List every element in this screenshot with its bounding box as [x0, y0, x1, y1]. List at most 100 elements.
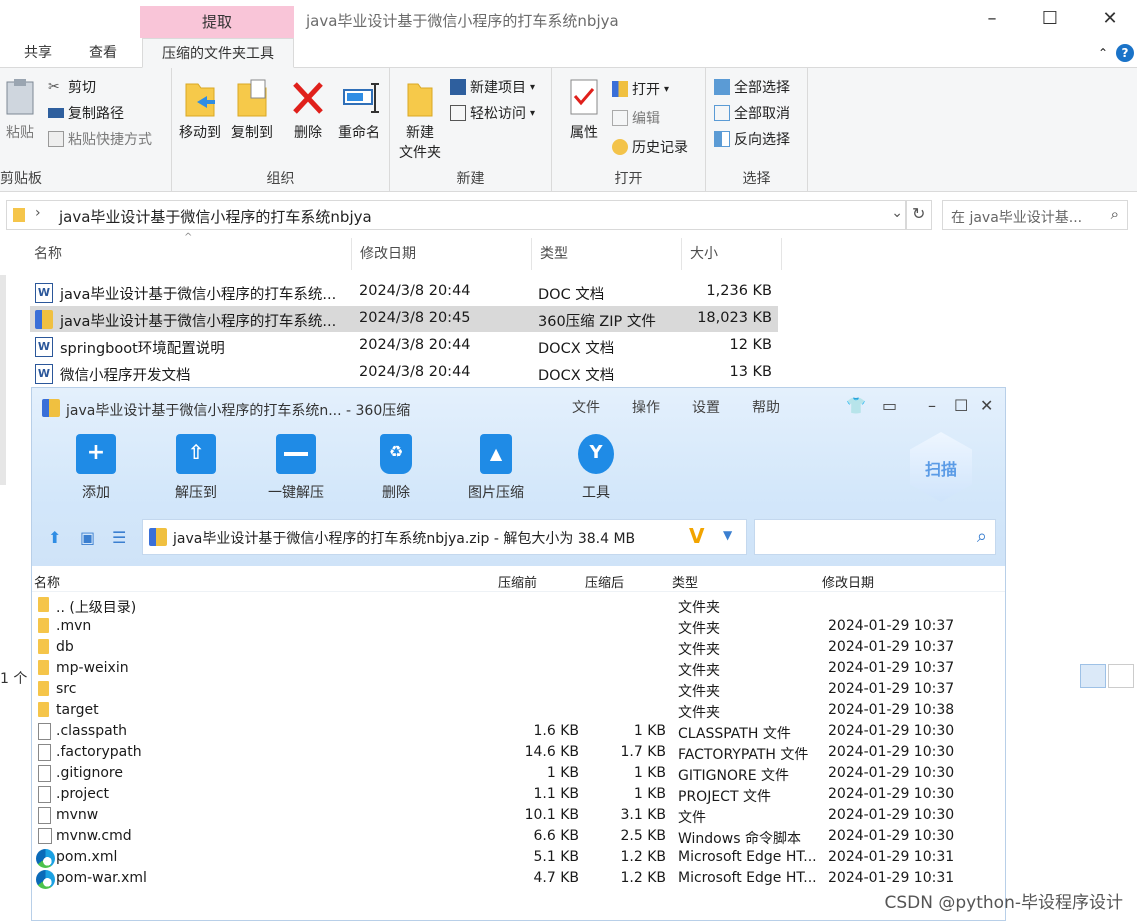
menu-operate[interactable]: 操作 — [632, 397, 660, 417]
zip-row[interactable]: mvnw 10.1 KB 3.1 KB 文件 2024-01-29 10:30 — [32, 805, 1005, 826]
scan-button[interactable]: 扫描 — [910, 432, 972, 502]
tool-extract-to-button[interactable]: ⇧ 解压到 — [156, 434, 236, 502]
recycle-bin-icon: ♻ — [380, 434, 412, 474]
address-bar[interactable]: › java毕业设计基于微信小程序的打车系统nbjya ⌄ — [6, 200, 906, 230]
tab-compressed-folder-tools[interactable]: 压缩的文件夹工具 — [142, 38, 294, 68]
zip-search-box[interactable]: ⌕ — [754, 519, 996, 555]
tab-extract[interactable]: 提取 — [140, 6, 294, 38]
column-type[interactable]: 类型 — [532, 238, 682, 270]
zip-column-after[interactable]: 压缩后 — [585, 572, 624, 591]
select-none-button[interactable]: 全部取消 — [714, 102, 790, 124]
rename-button[interactable]: 重命名 — [332, 78, 386, 142]
new-folder-button[interactable]: 新建 文件夹 — [396, 78, 444, 162]
refresh-button[interactable]: ↻ — [906, 200, 932, 230]
zip-row[interactable]: .classpath 1.6 KB 1 KB CLASSPATH 文件 2024-01-… — [32, 721, 1005, 742]
folder-icon — [38, 618, 49, 633]
collapse-ribbon-icon[interactable]: ⌃ — [1094, 44, 1112, 62]
folder-icon — [38, 702, 49, 717]
zip-row[interactable]: .. (上级目录) 文件夹 — [32, 595, 1005, 616]
edit-button[interactable]: 编辑 — [612, 107, 660, 129]
tool-quick-extract-button[interactable]: 一键解压 — [256, 434, 336, 502]
folder-icon — [38, 639, 49, 654]
details-view-icon[interactable] — [1080, 664, 1106, 688]
zip-maximize-button[interactable]: ☐ — [954, 396, 968, 415]
zip-modified: 2024-01-29 10:31 — [828, 870, 955, 886]
feedback-icon[interactable]: ▭ — [882, 396, 897, 415]
up-level-icon[interactable]: ⬆ — [48, 528, 66, 547]
zip-row[interactable]: .project 1.1 KB 1 KB PROJECT 文件 2024-01-29 1… — [32, 784, 1005, 805]
minimize-button[interactable]: – — [972, 6, 1012, 32]
file-type: DOCX 文档 — [538, 368, 615, 384]
cut-button[interactable]: ✂ 剪切 — [48, 76, 96, 98]
tab-share[interactable]: 共享 — [24, 38, 52, 68]
paste-button[interactable]: 粘贴 — [2, 78, 38, 142]
file-row[interactable]: Wjava毕业设计基于微信小程序的打车系统... 2024/3/8 20:44 DO… — [30, 279, 778, 305]
zip-column-name[interactable]: 名称 — [34, 572, 60, 591]
tool-image-compress-button[interactable]: ▲ 图片压缩 — [456, 434, 536, 502]
column-name[interactable]: 名称 — [26, 238, 352, 270]
zip-row[interactable]: target 文件夹 2024-01-29 10:38 — [32, 700, 1005, 721]
delete-button[interactable]: 删除 — [286, 78, 330, 142]
history-button[interactable]: 历史记录 — [612, 136, 688, 158]
properties-button[interactable]: 属性 — [562, 78, 606, 142]
column-size[interactable]: 大小 — [682, 238, 782, 270]
zip-row[interactable]: pom-war.xml 4.7 KB 1.2 KB Microsoft Edge HT… — [32, 868, 1005, 889]
zip-column-type[interactable]: 类型 — [672, 572, 698, 591]
zip-row[interactable]: mp-weixin 文件夹 2024-01-29 10:37 — [32, 658, 1005, 679]
move-to-button[interactable]: 移动到 — [176, 78, 224, 142]
paste-shortcut-button[interactable]: 粘贴快捷方式 — [48, 128, 152, 150]
organize-group-label: 组织 — [266, 171, 295, 187]
tab-view[interactable]: 查看 — [89, 38, 117, 68]
zip-close-button[interactable]: ✕ — [980, 396, 993, 415]
open-group-label: 打开 — [614, 171, 643, 187]
explorer-column-headers: ^ 名称 修改日期 类型 大小 — [0, 232, 1137, 270]
menu-settings[interactable]: 设置 — [692, 397, 720, 417]
file-row[interactable]: java毕业设计基于微信小程序的打车系统... 2024/3/8 20:45 360… — [30, 306, 778, 332]
search-box[interactable]: 在 java毕业设计基... ⌕ — [942, 200, 1128, 230]
tool-tools-button[interactable]: Y 工具 — [556, 434, 636, 502]
file-icon — [38, 807, 51, 824]
list-view-icon[interactable]: ☰ — [112, 528, 130, 547]
file-row[interactable]: Wspringboot环境配置说明 2024/3/8 20:44 DOCX 文档 12… — [30, 333, 778, 359]
file-row[interactable]: W 微信小程序开发文档 2024/3/8 20:44 DOCX 文档 13 KB — [30, 360, 778, 386]
v-logo-icon: V — [689, 524, 705, 548]
zip-column-before[interactable]: 压缩前 — [498, 572, 537, 591]
large-icons-view-icon[interactable] — [1108, 664, 1134, 688]
zip-row[interactable]: .factorypath 14.6 KB 1.7 KB FACTORYPATH 文件 2… — [32, 742, 1005, 763]
zip-row[interactable]: db 文件夹 2024-01-29 10:37 — [32, 637, 1005, 658]
zip-column-modified[interactable]: 修改日期 — [822, 572, 874, 591]
zip-modified: 2024-01-29 10:30 — [828, 723, 955, 739]
invert-selection-button[interactable]: 反向选择 — [714, 128, 790, 150]
file-name: 微信小程序开发文档 — [60, 368, 191, 384]
menu-file[interactable]: 文件 — [572, 397, 600, 417]
open-button[interactable]: 打开 ▾ — [612, 78, 669, 100]
add-folder-icon: + — [76, 434, 116, 474]
easy-access-button[interactable]: 轻松访问 ▾ — [450, 102, 535, 124]
zip-row[interactable]: .mvn 文件夹 2024-01-29 10:37 — [32, 616, 1005, 637]
copy-to-button[interactable]: 复制到 — [228, 78, 276, 142]
ribbon: 粘贴 ✂ 剪切 复制路径 粘贴快捷方式 剪贴板 移动到 复制到 删除 重命名 组… — [0, 68, 1137, 192]
new-item-button[interactable]: 新建项目 ▾ — [450, 76, 535, 98]
select-all-button[interactable]: 全部选择 — [714, 76, 790, 98]
zip-row[interactable]: src 文件夹 2024-01-29 10:37 — [32, 679, 1005, 700]
move-to-icon — [183, 78, 217, 118]
tool-delete-button[interactable]: ♻ 删除 — [356, 434, 436, 502]
zip-row[interactable]: .gitignore 1 KB 1 KB GITIGNORE 文件 2024-01-29… — [32, 763, 1005, 784]
easy-access-dropdown-icon: ▾ — [530, 107, 536, 119]
help-icon[interactable]: ? — [1116, 44, 1134, 62]
zip-row[interactable]: mvnw.cmd 6.6 KB 2.5 KB Windows 命令脚本 2024-01-… — [32, 826, 1005, 847]
zip-path-bar[interactable]: java毕业设计基于微信小程序的打车系统nbjya.zip - 解包大小为 38… — [142, 519, 747, 555]
thumbnail-view-icon[interactable]: ▣ — [80, 528, 98, 547]
close-button[interactable]: ✕ — [1090, 6, 1130, 32]
address-dropdown-icon[interactable]: ⌄ — [891, 205, 903, 221]
path-dropdown-icon[interactable]: ▼ — [723, 528, 732, 542]
skin-icon[interactable]: 👕 — [846, 396, 866, 415]
group-organize: 移动到 复制到 删除 重命名 组织 — [172, 68, 390, 192]
column-modified[interactable]: 修改日期 — [352, 238, 532, 270]
tool-add-button[interactable]: + 添加 — [56, 434, 136, 502]
menu-help[interactable]: 帮助 — [752, 397, 780, 417]
zip-row[interactable]: pom.xml 5.1 KB 1.2 KB Microsoft Edge HT... 2… — [32, 847, 1005, 868]
zip-minimize-button[interactable]: – — [928, 396, 936, 415]
maximize-button[interactable]: ☐ — [1030, 6, 1070, 32]
copy-path-button[interactable]: 复制路径 — [48, 102, 124, 124]
